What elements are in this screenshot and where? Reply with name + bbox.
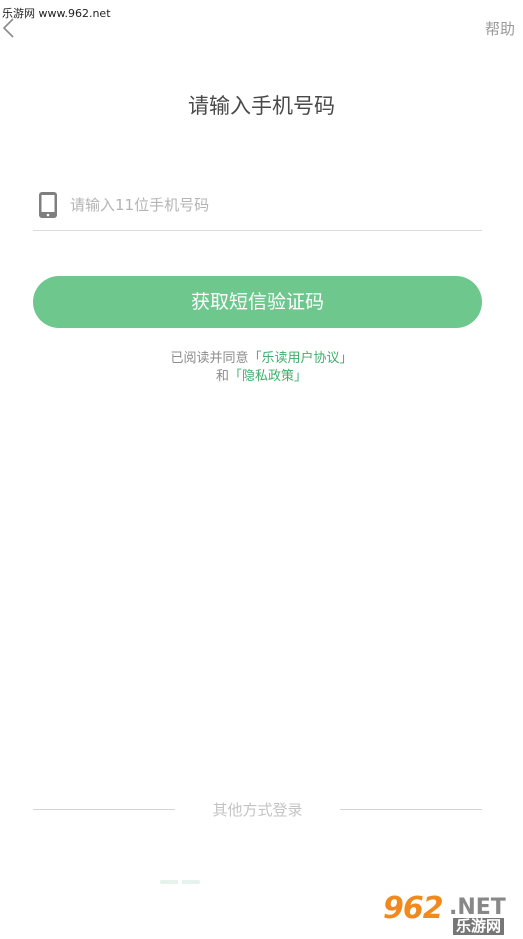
divider-line-left bbox=[33, 808, 175, 810]
phone-field bbox=[33, 180, 482, 231]
logo-cn: 乐游网 bbox=[453, 918, 505, 935]
agreement-conjunction: 和 bbox=[215, 369, 229, 384]
login-page: 乐游网 www.962.net 帮助 请输入手机号码 获取短信验证码 已阅读并同… bbox=[0, 0, 523, 939]
help-link[interactable]: 帮助 bbox=[485, 18, 515, 39]
back-button[interactable] bbox=[0, 16, 24, 40]
privacy-policy-link[interactable]: 隐私政策 bbox=[242, 369, 294, 384]
open-bracket: 「 bbox=[228, 369, 242, 384]
divider-line-right bbox=[339, 808, 482, 810]
brand-logo: 962 .NET 乐游网 bbox=[383, 891, 519, 937]
agreement-line-2: 和「隐私政策」 bbox=[0, 368, 523, 386]
open-bracket: 「 bbox=[248, 351, 262, 366]
phone-icon bbox=[39, 192, 57, 218]
get-sms-code-button[interactable]: 获取短信验证码 bbox=[33, 276, 482, 328]
login-option-icon[interactable] bbox=[160, 880, 200, 884]
other-login-divider: 其他方式登录 bbox=[33, 798, 482, 820]
agreement-text: 已阅读并同意「乐读用户协议」 和「隐私政策」 bbox=[0, 350, 523, 386]
close-bracket: 」 bbox=[294, 369, 308, 384]
agreement-prefix: 已阅读并同意 bbox=[170, 351, 249, 366]
phone-input[interactable] bbox=[70, 190, 450, 220]
other-login-label: 其他方式登录 bbox=[212, 800, 303, 819]
user-agreement-link[interactable]: 乐读用户协议 bbox=[262, 351, 340, 366]
chevron-left-icon bbox=[2, 18, 14, 38]
close-bracket: 」 bbox=[339, 351, 353, 366]
logo-number: 962 bbox=[383, 891, 444, 926]
agreement-line-1: 已阅读并同意「乐读用户协议」 bbox=[0, 350, 523, 368]
page-title: 请输入手机号码 bbox=[188, 94, 335, 118]
